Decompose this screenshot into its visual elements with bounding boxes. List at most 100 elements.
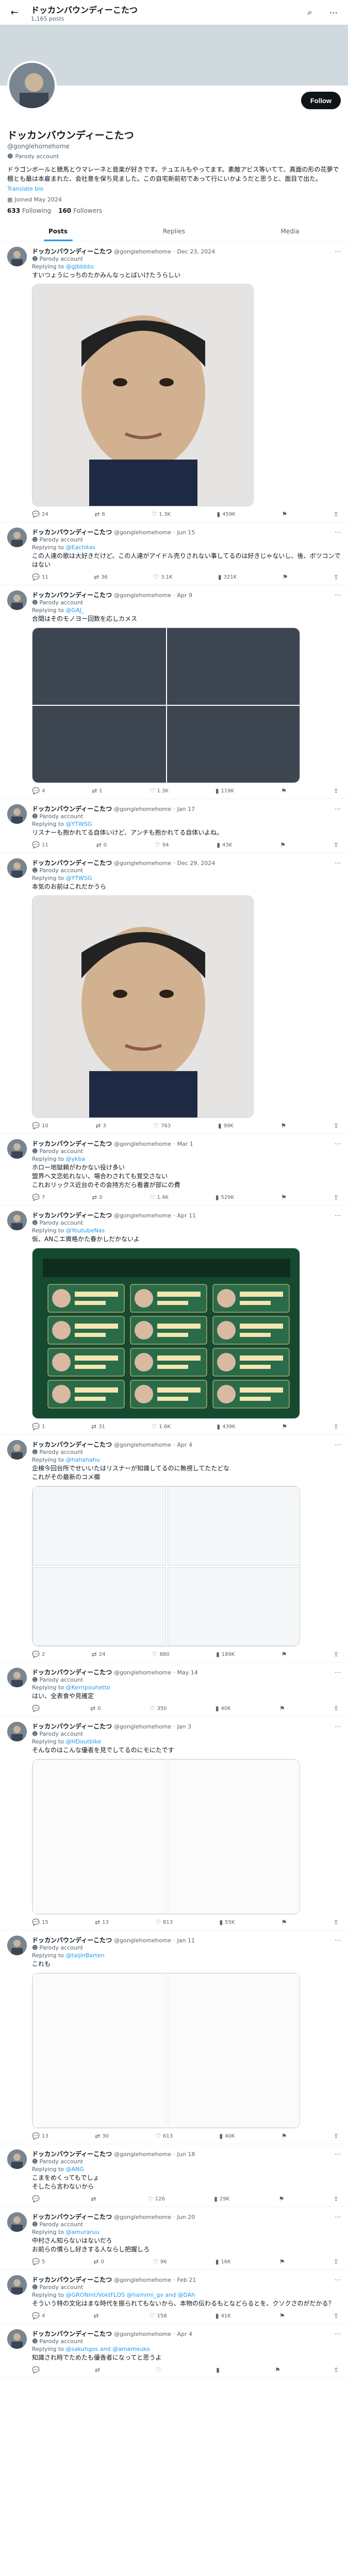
reply-button[interactable]: 💬	[32, 2195, 42, 2202]
post-date[interactable]: Apr 9	[177, 592, 193, 599]
like-button[interactable]: ♡ 1.4K	[150, 1194, 169, 1201]
translate-bio-link[interactable]: Translate bio	[7, 185, 341, 192]
repost-button[interactable]: ⇄ 24	[92, 1651, 106, 1658]
repost-button[interactable]: ⇄ 1	[92, 787, 102, 794]
post-more-icon[interactable]: ⋯	[335, 2213, 341, 2221]
reply-button[interactable]: 💬	[32, 1705, 42, 1712]
share-button[interactable]: ⇪	[334, 2366, 339, 2374]
like-button[interactable]: ♡ 813	[155, 1919, 173, 1926]
reply-target-link[interactable]: @amuraruu	[66, 2229, 100, 2235]
post-image[interactable]	[167, 1486, 300, 1566]
bookmark-button[interactable]: ⚑	[281, 787, 287, 794]
reply-target-link[interactable]: @YoutubeNas	[66, 1227, 105, 1234]
share-button[interactable]: ⇪	[334, 787, 339, 794]
post-date[interactable]: Apr 4	[177, 2331, 193, 2337]
profile-avatar[interactable]	[7, 61, 57, 110]
bookmark-button[interactable]: ⚑	[281, 2132, 287, 2140]
share-button[interactable]: ⇪	[334, 2312, 339, 2319]
repost-button[interactable]: ⇄ 36	[94, 573, 108, 581]
share-button[interactable]: ⇪	[334, 573, 339, 581]
reply-target-link[interactable]: @GRONmUVoktFLOS @hamimi_gv and @DAh	[66, 2292, 195, 2298]
like-button[interactable]: ♡ 613	[155, 2132, 173, 2140]
post-image[interactable]	[167, 628, 300, 705]
like-button[interactable]: ♡ 880	[152, 1651, 170, 1658]
bookmark-button[interactable]: ⚑	[281, 1423, 287, 1430]
views-button[interactable]: ▮ 16K	[216, 2258, 231, 2265]
post-author-name[interactable]: ドッカンバウンディーこたつ	[32, 2149, 112, 2158]
post-image-grid[interactable]	[32, 1973, 300, 2128]
bookmark-button[interactable]: ⚑	[279, 2258, 285, 2265]
post-author-name[interactable]: ドッカンバウンディーこたつ	[32, 2212, 112, 2221]
post[interactable]: ドッカンバウンディーこたつ @gonglehomehome · Apr 11 ⋯ ☻ Par…	[0, 1206, 348, 1435]
post-media[interactable]	[32, 895, 254, 1118]
reply-target-link[interactable]: @taijinBarten	[66, 1952, 105, 1959]
post-media[interactable]	[32, 284, 254, 506]
views-button[interactable]: ▮ 321K	[218, 573, 237, 581]
reply-button[interactable]: 💬 24	[32, 511, 48, 518]
post-avatar[interactable]	[7, 2149, 27, 2169]
repost-button[interactable]: ⇄ 0	[90, 1705, 101, 1712]
post-more-icon[interactable]: ⋯	[335, 1441, 341, 1448]
bookmark-button[interactable]: ⚑	[283, 573, 288, 581]
post-avatar[interactable]	[7, 590, 27, 610]
reply-target-link[interactable]: @HDoutbike	[66, 1738, 102, 1745]
post-media[interactable]	[32, 628, 300, 783]
bookmark-button[interactable]: ⚑	[281, 511, 287, 518]
post[interactable]: ドッカンバウンディーこたつ @gonglehomehome · Jan 17 ⋯ ☻ Par…	[0, 799, 348, 853]
repost-button[interactable]: ⇄	[95, 2366, 102, 2374]
reply-target-link[interactable]: @sakuhgos and @amameuko	[66, 2346, 150, 2352]
post[interactable]: ドッカンバウンディーこたつ @gonglehomehome · Jan 3 ⋯ ☻ Paro…	[0, 1717, 348, 1930]
post-date[interactable]: Apr 4	[177, 1442, 193, 1448]
post[interactable]: ドッカンバウンディーこたつ @gonglehomehome · Apr 4 ⋯ ☻ Paro…	[0, 2324, 348, 2378]
follow-button[interactable]: Follow	[301, 92, 341, 109]
post-image[interactable]	[32, 1567, 166, 1646]
reply-button[interactable]: 💬 15	[32, 1919, 48, 1926]
reply-button[interactable]: 💬 11	[32, 573, 48, 581]
post-author-name[interactable]: ドッカンバウンディーこたつ	[32, 528, 112, 536]
like-button[interactable]: ♡ 126	[147, 2195, 165, 2202]
post-media[interactable]	[32, 1973, 300, 2128]
views-button[interactable]: ▮ 119K	[216, 787, 234, 794]
post-date[interactable]: May 14	[177, 1669, 198, 1676]
reply-target-link[interactable]: @hahahahu	[66, 1456, 100, 1463]
post-image[interactable]	[167, 1567, 300, 1646]
post-media[interactable]	[32, 1759, 300, 1914]
post[interactable]: ドッカンバウンディーこたつ @gonglehomehome · Jan 11 ⋯ ☻ Par…	[0, 1930, 348, 2144]
post-author-name[interactable]: ドッカンバウンディーこたつ	[32, 804, 112, 813]
post-more-icon[interactable]: ⋯	[335, 1212, 341, 1219]
repost-button[interactable]: ⇄ 6	[94, 511, 105, 518]
views-button[interactable]: ▮ 459K	[217, 511, 235, 518]
views-button[interactable]: ▮	[216, 2366, 222, 2374]
bookmark-button[interactable]: ⚑	[281, 1919, 287, 1926]
post-author-name[interactable]: ドッカンバウンディーこたつ	[32, 590, 112, 599]
like-button[interactable]: ♡ 3.1K	[153, 573, 172, 581]
post-more-icon[interactable]: ⋯	[335, 2150, 341, 2158]
post-more-icon[interactable]: ⋯	[335, 529, 341, 536]
reply-button[interactable]: 💬	[32, 2366, 42, 2374]
post-author-name[interactable]: ドッカンバウンディーこたつ	[32, 2329, 112, 2338]
post-date[interactable]: Jan 3	[177, 1723, 191, 1730]
post[interactable]: ドッカンバウンディーこたつ @gonglehomehome · Apr 4 ⋯ ☻ Paro…	[0, 1435, 348, 1663]
repost-button[interactable]: ⇄	[94, 2312, 101, 2319]
reply-target-link[interactable]: @ykba	[66, 1156, 86, 1162]
repost-button[interactable]: ⇄ 0	[92, 1194, 102, 1201]
post-image[interactable]	[32, 706, 166, 783]
reply-target-link[interactable]: @YTWSG	[66, 875, 92, 882]
post-date[interactable]: Jun 20	[177, 2214, 195, 2221]
post-image[interactable]	[32, 896, 253, 1117]
like-button[interactable]: ♡ 1.3K	[152, 511, 171, 518]
post-avatar[interactable]	[7, 247, 27, 266]
post-date[interactable]: Jan 17	[177, 806, 195, 812]
reply-target-link[interactable]: @ANG	[66, 2166, 84, 2173]
post-media[interactable]	[32, 1248, 300, 1419]
like-button[interactable]: ♡ 158	[150, 2312, 167, 2319]
tab-media[interactable]: Media	[232, 221, 348, 241]
post-more-icon[interactable]: ⋯	[335, 1723, 341, 1730]
share-button[interactable]: ⇪	[334, 1194, 339, 1201]
post-more-icon[interactable]: ⋯	[335, 2276, 341, 2283]
share-button[interactable]: ⇪	[334, 841, 339, 849]
post-date[interactable]: Jun 15	[177, 529, 195, 536]
bookmark-button[interactable]: ⚑	[279, 1705, 285, 1712]
reply-button[interactable]: 💬 4	[32, 787, 45, 794]
post-more-icon[interactable]: ⋯	[335, 1937, 341, 1944]
